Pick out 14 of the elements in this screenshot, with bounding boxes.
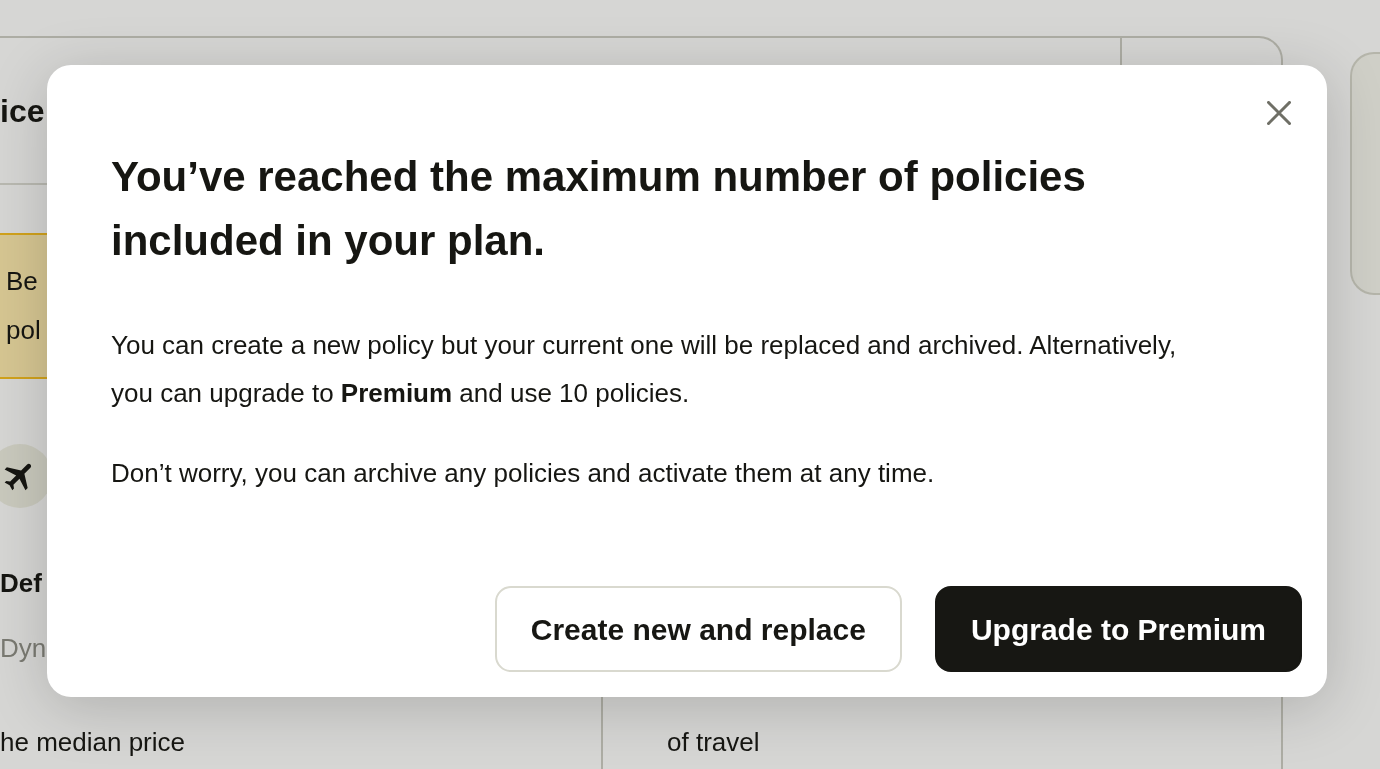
dialog-title: You’ve reached the maximum number of policies included in your plan. [111, 152, 1087, 266]
rule-text: of travel [667, 726, 760, 759]
notice-text: Be [6, 265, 38, 298]
policy-name: Def [0, 567, 42, 600]
rule-text: he median price [0, 726, 185, 759]
upgrade-button[interactable]: Upgrade to Premium [934, 586, 1302, 672]
notice-text: pol [6, 314, 41, 347]
replace-button[interactable]: Create new and replace [494, 586, 902, 672]
dialog-text: Don’t worry, you can archive any policies and activate them at any time. [111, 457, 936, 490]
close-icon [1267, 101, 1291, 125]
airplane-icon [0, 444, 47, 508]
card-title: ice [0, 91, 45, 131]
policy-subtitle: Dyn [0, 632, 47, 665]
dialog-text: You can create a new policy but your current one will be replaced and archived. Alternatively, you can upgrade to Premium and use 10 policies. [111, 329, 1178, 410]
